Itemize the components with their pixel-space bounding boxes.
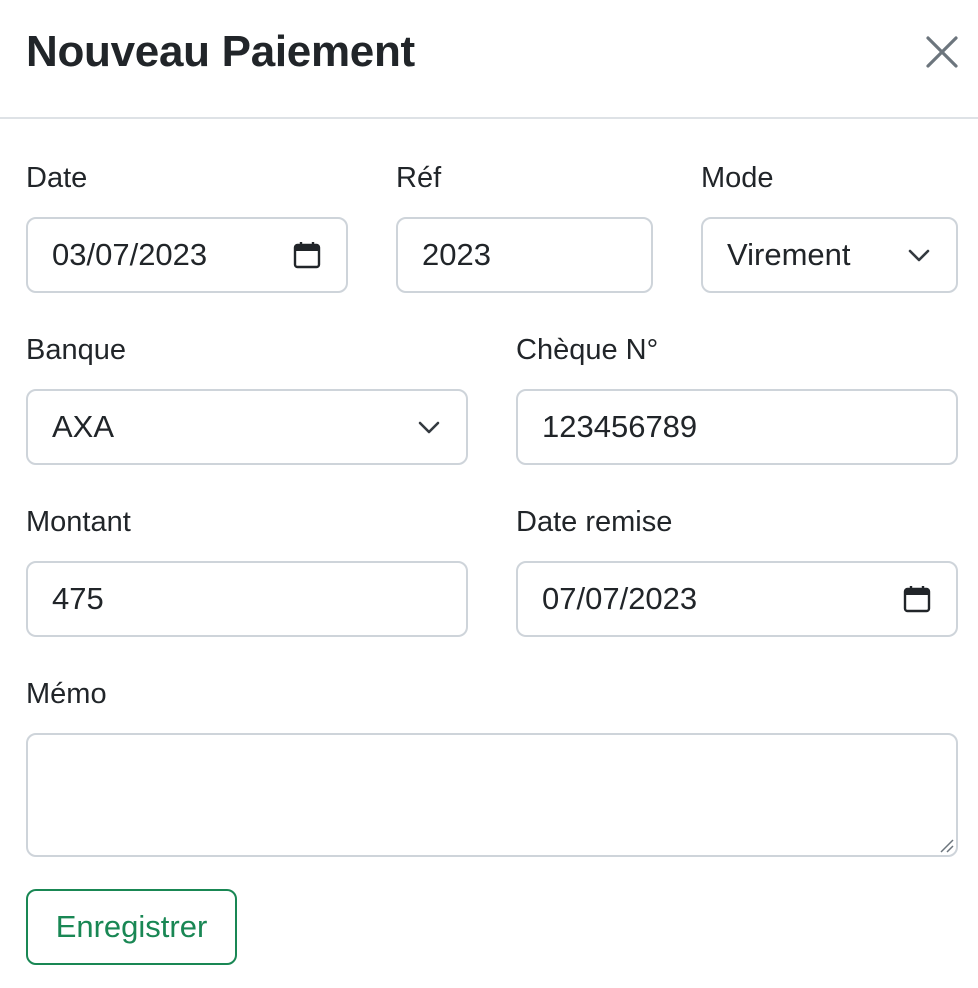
- memo-textarea[interactable]: [26, 733, 958, 857]
- cheque-input[interactable]: 123456789: [516, 389, 958, 465]
- date-value: 03/07/2023: [52, 237, 208, 272]
- close-icon: [926, 36, 958, 68]
- date-remise-input[interactable]: 07/07/2023: [516, 561, 958, 637]
- date-input[interactable]: 03/07/2023: [26, 217, 348, 293]
- ref-label: Réf: [396, 162, 442, 194]
- banque-value: AXA: [52, 409, 115, 444]
- mode-label: Mode: [701, 162, 774, 194]
- cheque-value: 123456789: [542, 409, 698, 444]
- date-remise-label: Date remise: [516, 506, 673, 538]
- montant-value: 475: [52, 581, 104, 616]
- cheque-label: Chèque N°: [516, 334, 659, 366]
- date-remise-value: 07/07/2023: [542, 581, 698, 616]
- date-label: Date: [26, 162, 88, 194]
- resize-grip-icon[interactable]: [938, 837, 954, 853]
- save-button[interactable]: Enregistrer: [26, 889, 237, 965]
- calendar-icon[interactable]: [902, 584, 932, 614]
- montant-label: Montant: [26, 506, 131, 538]
- modal-header: Nouveau Paiement: [0, 0, 978, 119]
- chevron-down-icon: [906, 242, 932, 268]
- mode-value: Virement: [727, 237, 851, 272]
- banque-label: Banque: [26, 334, 126, 366]
- memo-label: Mémo: [26, 678, 107, 710]
- chevron-down-icon: [416, 414, 442, 440]
- close-button[interactable]: [916, 26, 968, 78]
- banque-select[interactable]: AXA: [26, 389, 468, 465]
- calendar-icon[interactable]: [292, 240, 322, 270]
- montant-input[interactable]: 475: [26, 561, 468, 637]
- mode-select[interactable]: Virement: [701, 217, 958, 293]
- modal-title: Nouveau Paiement: [26, 27, 415, 76]
- ref-input[interactable]: 2023: [396, 217, 653, 293]
- ref-value: 2023: [422, 237, 491, 272]
